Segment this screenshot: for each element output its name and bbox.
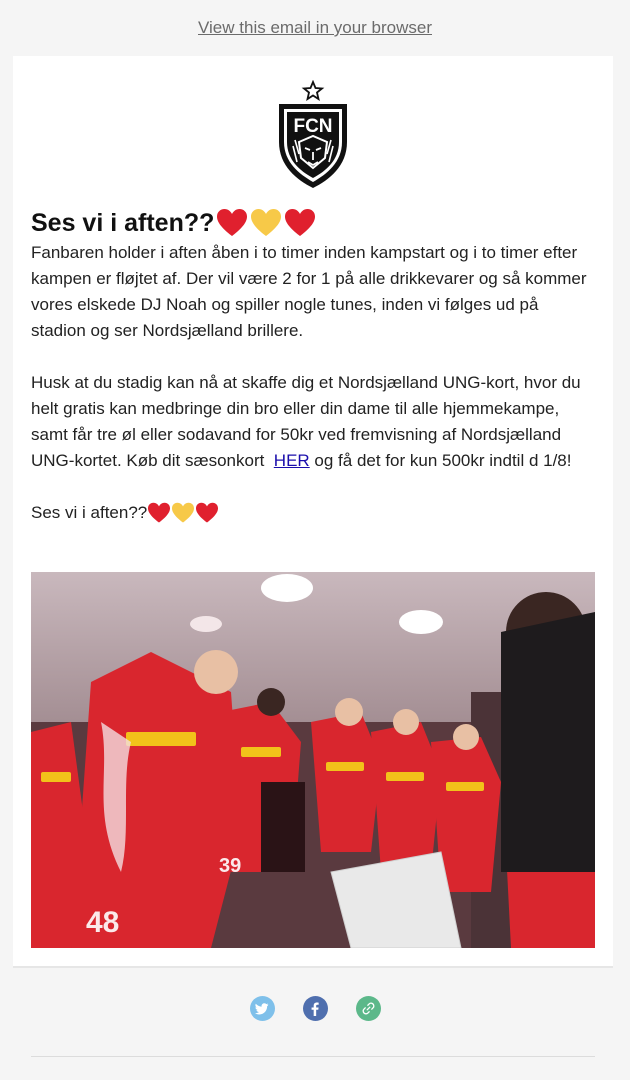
link-icon (362, 1002, 374, 1015)
team-celebration-photo: 48 39 (31, 572, 595, 948)
paragraph-ung-kort-tail: og få det for kun 500kr indtil d 1/8! (309, 451, 572, 470)
paragraph-fanbar: Fanbaren holder i aften åben i to timer … (31, 243, 587, 340)
twitter-button[interactable] (249, 996, 275, 1021)
heart-red-icon (285, 209, 316, 236)
heart-red-icon (148, 502, 171, 523)
logo-letters: FCN (293, 116, 332, 137)
facebook-button[interactable] (302, 996, 328, 1021)
heart-red-icon (217, 209, 248, 236)
heart-yellow-icon (251, 209, 282, 236)
footer-divider-bottom (31, 1056, 595, 1057)
heading-hearts (216, 208, 316, 238)
email-heading: Ses vi i aften?? (31, 206, 597, 240)
season-card-link[interactable]: HER (274, 451, 310, 470)
email-card: FCN Ses vi i aften?? Fanbaren holder i a… (13, 56, 613, 966)
svg-text:48: 48 (86, 906, 119, 939)
view-in-browser-link[interactable]: View this email in your browser (198, 18, 432, 38)
view-in-browser-bar: View this email in your browser (0, 0, 630, 56)
svg-text:39: 39 (219, 855, 241, 877)
heart-red-icon (196, 502, 219, 523)
footer-divider-top (13, 966, 613, 968)
twitter-icon (255, 1002, 269, 1014)
paragraph-ung-kort: Husk at du stadig kan nå at skaffe dig e… (31, 370, 597, 474)
email-content: Ses vi i aften?? Fanbaren holder i aften… (31, 206, 597, 526)
fcn-logo: FCN (275, 79, 351, 190)
heart-yellow-icon (172, 502, 195, 523)
facebook-icon (311, 1002, 319, 1016)
social-links (0, 996, 630, 1028)
heading-text: Ses vi i aften?? (31, 209, 215, 237)
closing-text: Ses vi i aften?? (31, 503, 148, 522)
closing-line: Ses vi i aften?? (31, 500, 597, 526)
website-link-button[interactable] (355, 996, 381, 1021)
